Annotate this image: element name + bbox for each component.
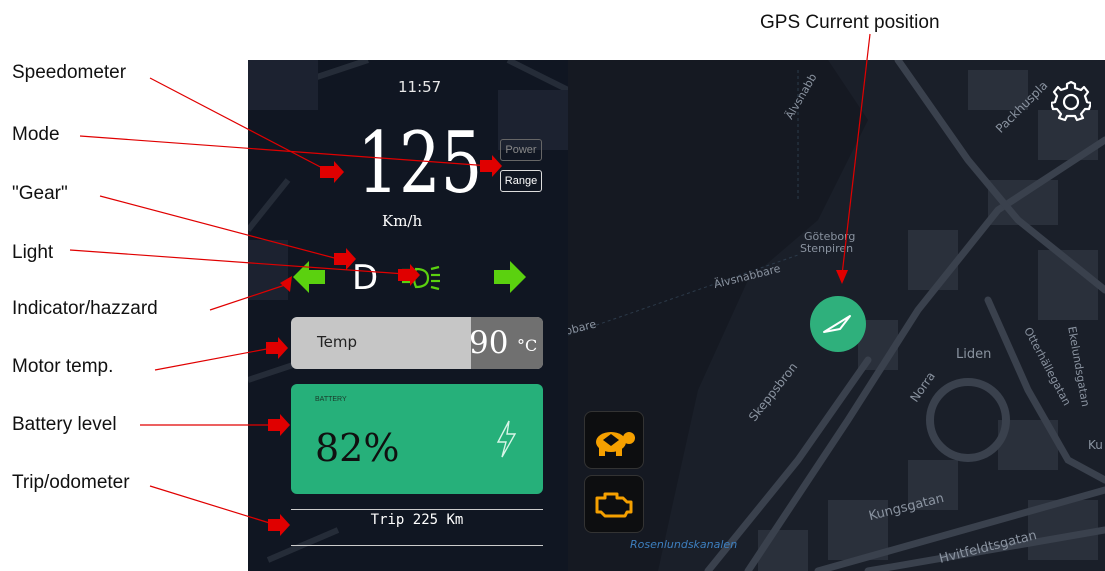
light-arrowhead (398, 264, 420, 286)
speedometer-pointer-line (149, 77, 331, 173)
temp-arrowhead (266, 337, 288, 359)
mode-arrowhead (480, 155, 502, 177)
light-pointer-line (69, 249, 406, 275)
mode-pointer-line (79, 135, 491, 167)
trip-pointer-line (149, 485, 277, 526)
battery-arrowhead (268, 414, 290, 436)
gps-pointer-line (841, 33, 871, 276)
gps-arrowhead (836, 270, 848, 284)
annotation-arrows (69, 33, 871, 536)
gear-pointer-line (99, 195, 343, 261)
indicator-pointer-line (209, 283, 289, 311)
temp-pointer-line (154, 347, 273, 371)
speedometer-arrowhead (320, 161, 344, 183)
trip-arrowhead (268, 514, 290, 536)
indicator-arrowhead (280, 276, 292, 292)
gear-arrowhead (334, 248, 356, 270)
